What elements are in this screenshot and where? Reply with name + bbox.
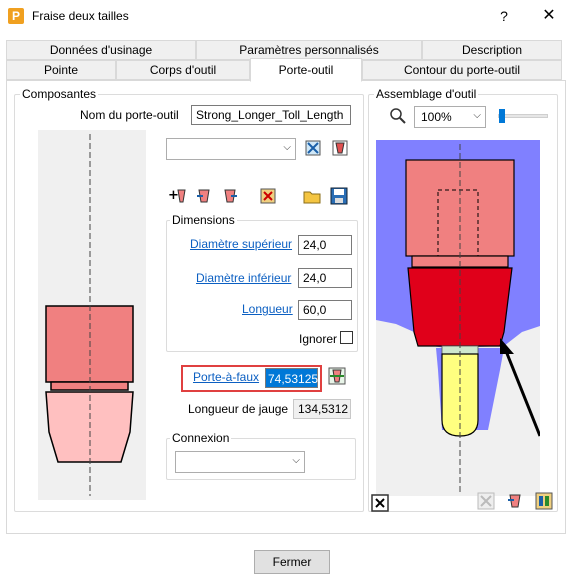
nom-porte-outil-field[interactable]: Strong_Longer_Toll_Length [191,105,351,125]
tab-corps-outil[interactable]: Corps d'outil [116,60,250,80]
edit-component-icon[interactable] [258,186,278,206]
zoom-icon [388,106,408,126]
zoom-slider-track[interactable] [498,114,548,118]
ignorer-checkbox[interactable] [340,331,353,344]
holder-library-icon[interactable] [303,138,323,158]
calc-porte-a-faux-icon[interactable] [327,366,347,386]
connexion-select[interactable]: ⌵ [175,451,305,473]
component-select[interactable]: ⌵ [166,138,296,160]
assembly-view [376,140,542,496]
diametre-inferieur-link[interactable]: Diamètre inférieur [196,271,291,285]
zoom-value: 100% [421,110,452,124]
porte-a-faux-field[interactable]: 74,53125 [265,368,318,388]
fermer-button[interactable]: Fermer [254,550,330,574]
tab-donnees-usinage[interactable]: Données d'usinage [6,40,196,60]
view-disabled-icon [476,491,496,511]
longueur-jauge-label: Longueur de jauge [188,402,289,416]
tab-description[interactable]: Description [422,40,562,60]
add-component-icon[interactable]: + [168,186,188,206]
porte-a-faux-link[interactable]: Porte-à-faux [193,370,259,384]
assembly-grid-icon[interactable] [534,491,554,511]
chevron-down-icon: ⌵ [292,455,300,466]
dimensions-legend: Dimensions [170,213,237,227]
tab-parametres-personnalises[interactable]: Paramètres personnalisés [196,40,422,60]
longueur-link[interactable]: Longueur [242,302,293,316]
tab-porte-outil[interactable]: Porte-outil [250,58,362,82]
chevron-down-icon: ⌵ [283,142,291,153]
nom-porte-outil-label: Nom du porte-outil [80,108,179,122]
fit-view-icon[interactable] [370,493,390,513]
zoom-slider-thumb[interactable] [499,109,505,123]
ignorer-label: Ignorer [299,332,338,346]
holder-preview-drawing [45,134,134,496]
diametre-superieur-field[interactable]: 24,0 [298,235,352,255]
holder-preview [38,130,146,500]
assemblage-legend: Assemblage d'outil [374,87,479,101]
diametre-superieur-link[interactable]: Diamètre supérieur [190,237,292,251]
add-above-icon[interactable] [194,186,214,206]
svg-text:+: + [168,188,179,203]
diametre-inferieur-field[interactable]: 24,0 [298,268,352,288]
tab-contour-porte-outil[interactable]: Contour du porte-outil [362,60,562,80]
help-button[interactable]: ? [494,6,514,26]
connexion-legend: Connexion [170,431,232,445]
chevron-down-icon: ⌵ [473,110,481,121]
composantes-legend: Composantes [20,87,99,101]
longueur-field[interactable]: 60,0 [298,300,352,320]
open-folder-icon[interactable] [302,186,322,206]
longueur-jauge-field: 134,5312 [293,399,351,419]
close-button[interactable]: ✕ [536,6,562,26]
window-title: Fraise deux tailles [32,9,129,23]
tab-pointe[interactable]: Pointe [6,60,116,80]
assembly-drawing [376,140,542,492]
app-icon: P [8,8,24,24]
assembly-tool-icon[interactable] [505,491,525,511]
save-icon[interactable] [329,186,349,206]
add-below-icon[interactable] [220,186,240,206]
holder-load-icon[interactable] [330,138,350,158]
zoom-select[interactable]: 100% ⌵ [414,106,486,128]
